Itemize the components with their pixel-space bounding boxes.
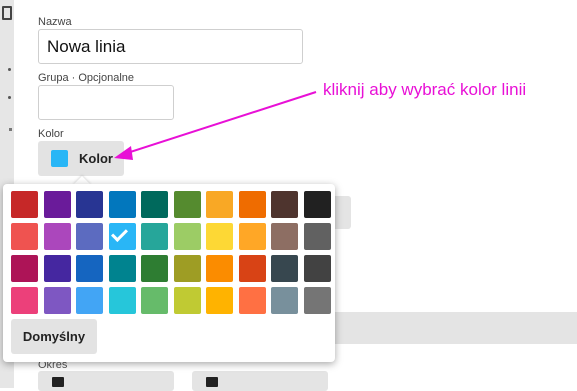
color-swatch-option[interactable] [206,191,233,218]
color-swatch-option[interactable] [108,287,136,314]
color-swatch-option[interactable] [238,223,266,250]
color-swatch-option[interactable] [141,223,168,250]
color-swatch-option[interactable] [43,287,71,314]
color-swatch-option[interactable] [141,287,168,314]
sidebar-bullet-icon [9,128,12,131]
color-swatch-option[interactable] [206,255,233,282]
color-swatch-option[interactable] [108,191,136,218]
color-swatch-option[interactable] [173,223,201,250]
name-label: Nazwa [38,16,72,28]
check-icon [110,225,128,242]
calendar-icon [206,377,218,387]
color-swatch-option[interactable] [271,287,298,314]
sidebar-menu-icon[interactable] [2,6,12,20]
default-color-button[interactable]: Domyślny [11,319,97,354]
end-date-button[interactable] [192,371,328,391]
color-swatch-option[interactable] [11,255,38,282]
color-swatch-option[interactable] [11,191,38,218]
color-swatch-option[interactable] [271,191,298,218]
color-swatch-option[interactable] [43,191,71,218]
group-label: Grupa · Opcjonalne [38,72,134,84]
color-swatch-option[interactable] [303,191,331,218]
sidebar-bullet-icon [8,68,11,71]
color-swatch-option[interactable] [271,255,298,282]
annotation-text: kliknij aby wybrać kolor linii [323,80,527,99]
color-swatch-option[interactable] [238,191,266,218]
color-swatch-option[interactable] [238,255,266,282]
color-swatch-option[interactable] [173,255,201,282]
color-swatch-option[interactable] [206,223,233,250]
color-picker-button[interactable]: Kolor [38,141,124,176]
color-swatch-option[interactable] [141,191,168,218]
color-swatch-option[interactable] [238,287,266,314]
name-input[interactable] [38,29,303,64]
color-swatch-option[interactable] [43,255,71,282]
sidebar-bullet-icon [8,96,11,99]
color-swatch-option[interactable] [173,287,201,314]
group-input[interactable] [38,85,174,120]
color-swatch-option[interactable] [76,191,103,218]
color-swatch [51,150,68,167]
color-swatch-option[interactable] [206,287,233,314]
color-swatch-option[interactable] [108,255,136,282]
color-swatch-option[interactable] [76,287,103,314]
color-swatch-option[interactable] [173,191,201,218]
color-swatch-option[interactable] [108,223,136,250]
start-date-button[interactable] [38,371,174,391]
background-section-bar [335,312,577,344]
color-swatch-option[interactable] [271,223,298,250]
color-palette-popover: Domyślny [3,184,335,362]
color-swatch-option[interactable] [303,255,331,282]
calendar-icon [52,377,64,387]
color-swatch-option[interactable] [76,255,103,282]
color-swatch-option[interactable] [43,223,71,250]
color-swatch-option[interactable] [76,223,103,250]
color-swatch-option[interactable] [11,287,38,314]
color-button-label: Kolor [79,151,113,166]
color-swatch-option[interactable] [303,223,331,250]
color-grid [11,191,331,314]
color-swatch-option[interactable] [11,223,38,250]
color-label: Kolor [38,128,64,140]
background-button [335,196,351,229]
color-swatch-option[interactable] [303,287,331,314]
color-swatch-option[interactable] [141,255,168,282]
